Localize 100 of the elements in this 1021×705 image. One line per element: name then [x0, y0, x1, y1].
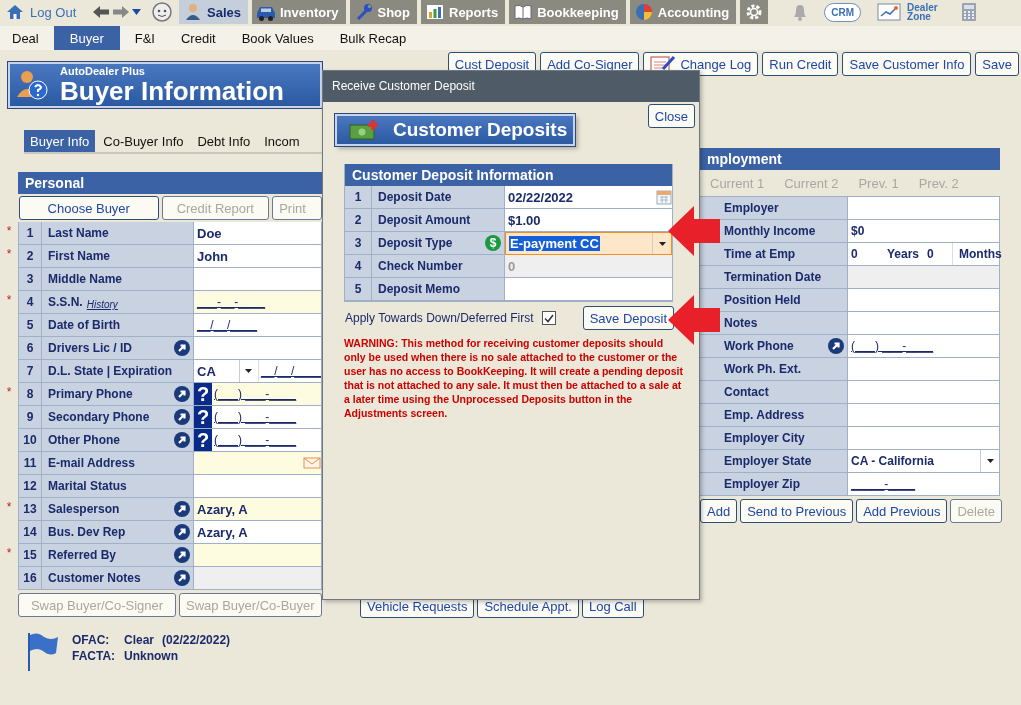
user-avatar-icon[interactable] [151, 2, 173, 22]
section-button[interactable]: Choose Buyer [19, 196, 159, 220]
input-field[interactable] [194, 268, 322, 291]
sub-tab[interactable]: Credit [169, 26, 227, 50]
input-field[interactable] [194, 452, 322, 475]
ofac-status: Clear [124, 633, 155, 647]
section-tab[interactable]: Buyer Info [24, 130, 96, 152]
input-field[interactable] [194, 475, 322, 498]
help-button[interactable]: ? [194, 429, 212, 451]
envelope-icon[interactable] [303, 457, 321, 469]
input-field[interactable]: ? (___) ___-____ [194, 429, 322, 452]
employment-button[interactable]: Add Previous [856, 499, 948, 523]
wrench-icon [354, 3, 373, 21]
input-field[interactable]: Azary, A [194, 521, 322, 544]
input-field[interactable]: Doe [194, 222, 322, 245]
input-field[interactable]: E-payment CC [505, 232, 672, 255]
crm-button[interactable]: CRM [824, 2, 862, 22]
input-field[interactable] [848, 358, 1000, 381]
input-field[interactable]: Azary, A [194, 498, 322, 521]
input-field[interactable] [848, 404, 1000, 427]
link-icon[interactable] [174, 501, 190, 517]
input-field[interactable]: 0 Years 0 Months [848, 243, 1000, 266]
sub-tab[interactable]: Bulk Recap [328, 26, 418, 50]
action-button[interactable]: Save Customer Info [842, 52, 972, 76]
required-mark: * [6, 500, 12, 514]
bell-icon[interactable] [792, 3, 809, 21]
date-field[interactable]: __/__/____ [260, 364, 321, 378]
input-field[interactable] [194, 337, 322, 360]
nav-tab[interactable]: Sales [179, 0, 248, 24]
input-field[interactable]: $0 [848, 220, 1000, 243]
selected-text: E-payment CC [509, 236, 600, 251]
logout-link[interactable]: Log Out [6, 4, 90, 20]
help-button[interactable]: ? [194, 406, 212, 428]
row-number: 3 [345, 232, 372, 255]
checkbox[interactable] [541, 311, 556, 325]
employment-button[interactable]: Add [700, 499, 738, 523]
row-number: 6 [18, 337, 42, 360]
section-tab[interactable]: Debt Info [191, 130, 257, 152]
link-icon[interactable] [174, 386, 190, 402]
dialog-banner-title: Customer Deposits [393, 119, 568, 141]
input-field[interactable]: ? (___) ___-____ [194, 406, 322, 429]
input-field[interactable] [848, 197, 1000, 220]
field-value: 02/22/2022 [508, 189, 575, 205]
field-value: (___) ___-____ [851, 339, 934, 353]
sub-tab[interactable]: Buyer [53, 26, 120, 50]
link-icon[interactable] [174, 432, 190, 448]
input-field[interactable]: CA __/__/____ [194, 360, 322, 383]
input-field[interactable]: ? (___) ___-____ [194, 383, 322, 406]
input-field[interactable] [194, 544, 322, 567]
caret-icon[interactable] [658, 241, 666, 246]
sub-tab[interactable]: Deal [0, 26, 50, 50]
settings-button[interactable] [740, 0, 769, 24]
caret-icon[interactable] [986, 459, 994, 463]
calculator-icon[interactable] [961, 2, 978, 22]
field-label: Salesperson [48, 502, 120, 516]
row-number: 1 [18, 222, 42, 245]
row-number: 13 [18, 498, 42, 521]
phone-value: (___) ___-____ [214, 387, 297, 401]
input-field[interactable] [848, 381, 1000, 404]
close-button[interactable]: Close [647, 104, 695, 128]
action-button[interactable]: Save [975, 52, 1019, 76]
help-button[interactable]: ? [194, 383, 212, 405]
input-field[interactable]: ___-__-____ [194, 291, 322, 314]
section-tab[interactable]: Co-Buyer Info [97, 130, 190, 152]
link-icon[interactable] [174, 409, 190, 425]
input-field[interactable]: _____-____ [848, 473, 1000, 496]
sub-tab[interactable]: F&I [123, 26, 166, 50]
input-field[interactable] [505, 278, 672, 301]
save-deposit-button[interactable]: Save Deposit [582, 306, 674, 330]
employment-button[interactable]: Send to Previous [740, 499, 854, 523]
field-label: Deposit Type [378, 236, 453, 250]
field-value: Doe [197, 225, 222, 241]
input-field[interactable]: $1.00 [505, 209, 672, 232]
link-icon[interactable] [174, 524, 190, 540]
forward-arrow-icon[interactable] [112, 5, 130, 19]
state-select[interactable]: CA [194, 360, 259, 382]
action-button[interactable]: Run Credit [762, 52, 839, 76]
dealer-zone-button[interactable]: Dealer Zone [877, 3, 946, 21]
sub-tab[interactable]: Book Values [230, 26, 325, 50]
caret-icon[interactable] [132, 9, 141, 15]
ofac-label: OFAC: [72, 633, 111, 647]
input-field[interactable] [848, 312, 1000, 335]
input-field[interactable] [848, 289, 1000, 312]
input-field[interactable] [848, 427, 1000, 450]
input-field[interactable]: (___) ___-____ [848, 335, 1000, 358]
link-icon[interactable] [174, 340, 190, 356]
link-icon[interactable] [828, 338, 844, 354]
calendar-icon[interactable] [656, 189, 672, 205]
section-tab[interactable]: Incom [258, 130, 306, 152]
input-field[interactable]: __/__/____ [194, 314, 322, 337]
field-value: $1.00 [508, 212, 541, 228]
back-arrow-icon[interactable] [92, 5, 110, 19]
field-label: Employer [724, 201, 779, 215]
input-field[interactable]: CA - California [848, 450, 1000, 473]
link-icon[interactable] [174, 547, 190, 563]
history-link[interactable]: History [86, 299, 118, 310]
caret-icon[interactable] [245, 369, 253, 373]
input-field[interactable]: John [194, 245, 322, 268]
field-label: Position Held [724, 293, 801, 307]
input-field[interactable]: 02/22/2022 [505, 186, 672, 209]
